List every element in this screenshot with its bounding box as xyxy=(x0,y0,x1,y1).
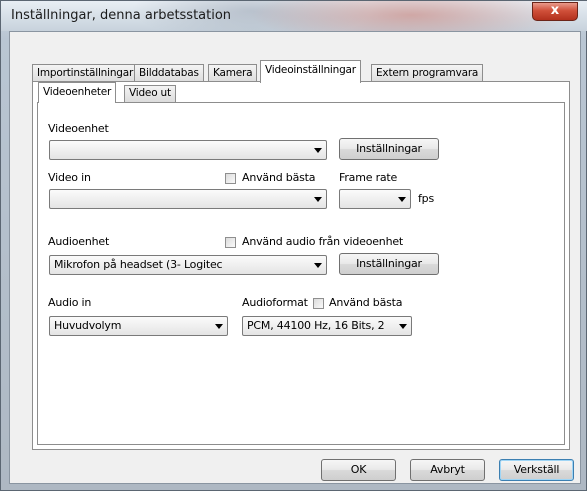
audioenhet-select[interactable]: Mikrofon på headset (3- Logitec xyxy=(49,255,327,275)
fps-label: fps xyxy=(418,192,434,205)
chevron-down-icon xyxy=(215,324,223,329)
chevron-down-icon xyxy=(314,263,322,268)
cancel-button[interactable]: Avbryt xyxy=(410,459,485,481)
audioformat-select[interactable]: PCM, 44100 Hz, 16 Bits, 2 xyxy=(242,316,412,336)
video-settings-button[interactable]: Inställningar xyxy=(339,138,439,160)
audioformat-value: PCM, 44100 Hz, 16 Bits, 2 xyxy=(247,319,385,332)
audioformat-best-label: Använd bästa xyxy=(329,296,403,309)
subtab-video-ut[interactable]: Video ut xyxy=(124,85,176,102)
audioformat-best-checkbox[interactable] xyxy=(313,298,324,309)
tab-extern-programvara[interactable]: Extern programvara xyxy=(371,64,484,82)
apply-button[interactable]: Verkställ xyxy=(499,459,574,481)
audio-in-select[interactable]: Huvudvolym xyxy=(49,316,228,336)
audio-from-video-label: Använd audio från videoenhet xyxy=(242,235,404,248)
frame-rate-label: Frame rate xyxy=(339,171,398,184)
tab-videoinstallningar[interactable]: Videoinställningar xyxy=(260,60,361,83)
chevron-down-icon xyxy=(398,197,406,202)
audioenhet-value: Mikrofon på headset (3- Logitec xyxy=(54,258,223,271)
chevron-down-icon xyxy=(314,197,322,202)
audioformat-label: Audioformat xyxy=(242,296,308,309)
audioenhet-label: Audioenhet xyxy=(48,235,110,248)
video-in-select[interactable] xyxy=(49,189,327,209)
videoenhet-select[interactable] xyxy=(49,140,327,160)
video-devices-panel: Videoenhet Inställningar Video in Använd… xyxy=(37,102,565,445)
tab-kamera[interactable]: Kamera xyxy=(208,64,258,82)
close-button[interactable]: x xyxy=(532,2,578,21)
video-settings-panel: Videoenheter Video ut Videoenhet Inställ… xyxy=(32,81,570,450)
window-title: Inställningar, denna arbetsstation xyxy=(11,8,232,23)
videoenhet-label: Videoenhet xyxy=(48,122,109,135)
tab-importinstallningar[interactable]: Importinställningar xyxy=(32,64,139,82)
video-in-best-label: Använd bästa xyxy=(242,171,316,184)
ok-button[interactable]: OK xyxy=(321,459,396,481)
subtab-videoenheter[interactable]: Videoenheter xyxy=(38,82,117,103)
tab-bilddatabas[interactable]: Bilddatabas xyxy=(134,64,204,82)
dialog-client: Importinställningar Bilddatabas Kamera V… xyxy=(9,31,581,484)
settings-window: Inställningar, denna arbetsstation x Imp… xyxy=(0,0,587,491)
audio-in-label: Audio in xyxy=(48,296,92,309)
chevron-down-icon xyxy=(399,324,407,329)
close-icon: x xyxy=(550,3,560,18)
audio-from-video-checkbox[interactable] xyxy=(225,237,236,248)
video-in-label: Video in xyxy=(48,171,91,184)
title-bar[interactable]: Inställningar, denna arbetsstation x xyxy=(1,1,587,31)
video-in-best-checkbox[interactable] xyxy=(225,173,236,184)
frame-rate-select[interactable] xyxy=(339,189,411,209)
audio-settings-button[interactable]: Inställningar xyxy=(339,253,439,275)
audio-in-value: Huvudvolym xyxy=(54,319,122,332)
chevron-down-icon xyxy=(314,148,322,153)
